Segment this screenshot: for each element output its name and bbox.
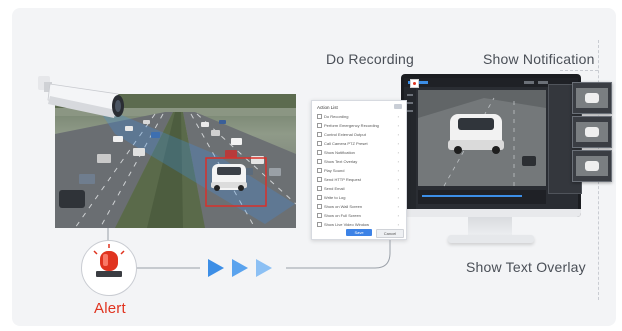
arrow-icon	[256, 259, 272, 277]
arrow-icon	[232, 259, 248, 277]
alert-label: Alert	[94, 300, 126, 317]
siren-icon	[93, 244, 125, 277]
alert-siren-button	[81, 240, 137, 296]
arrow-icon	[208, 259, 224, 277]
